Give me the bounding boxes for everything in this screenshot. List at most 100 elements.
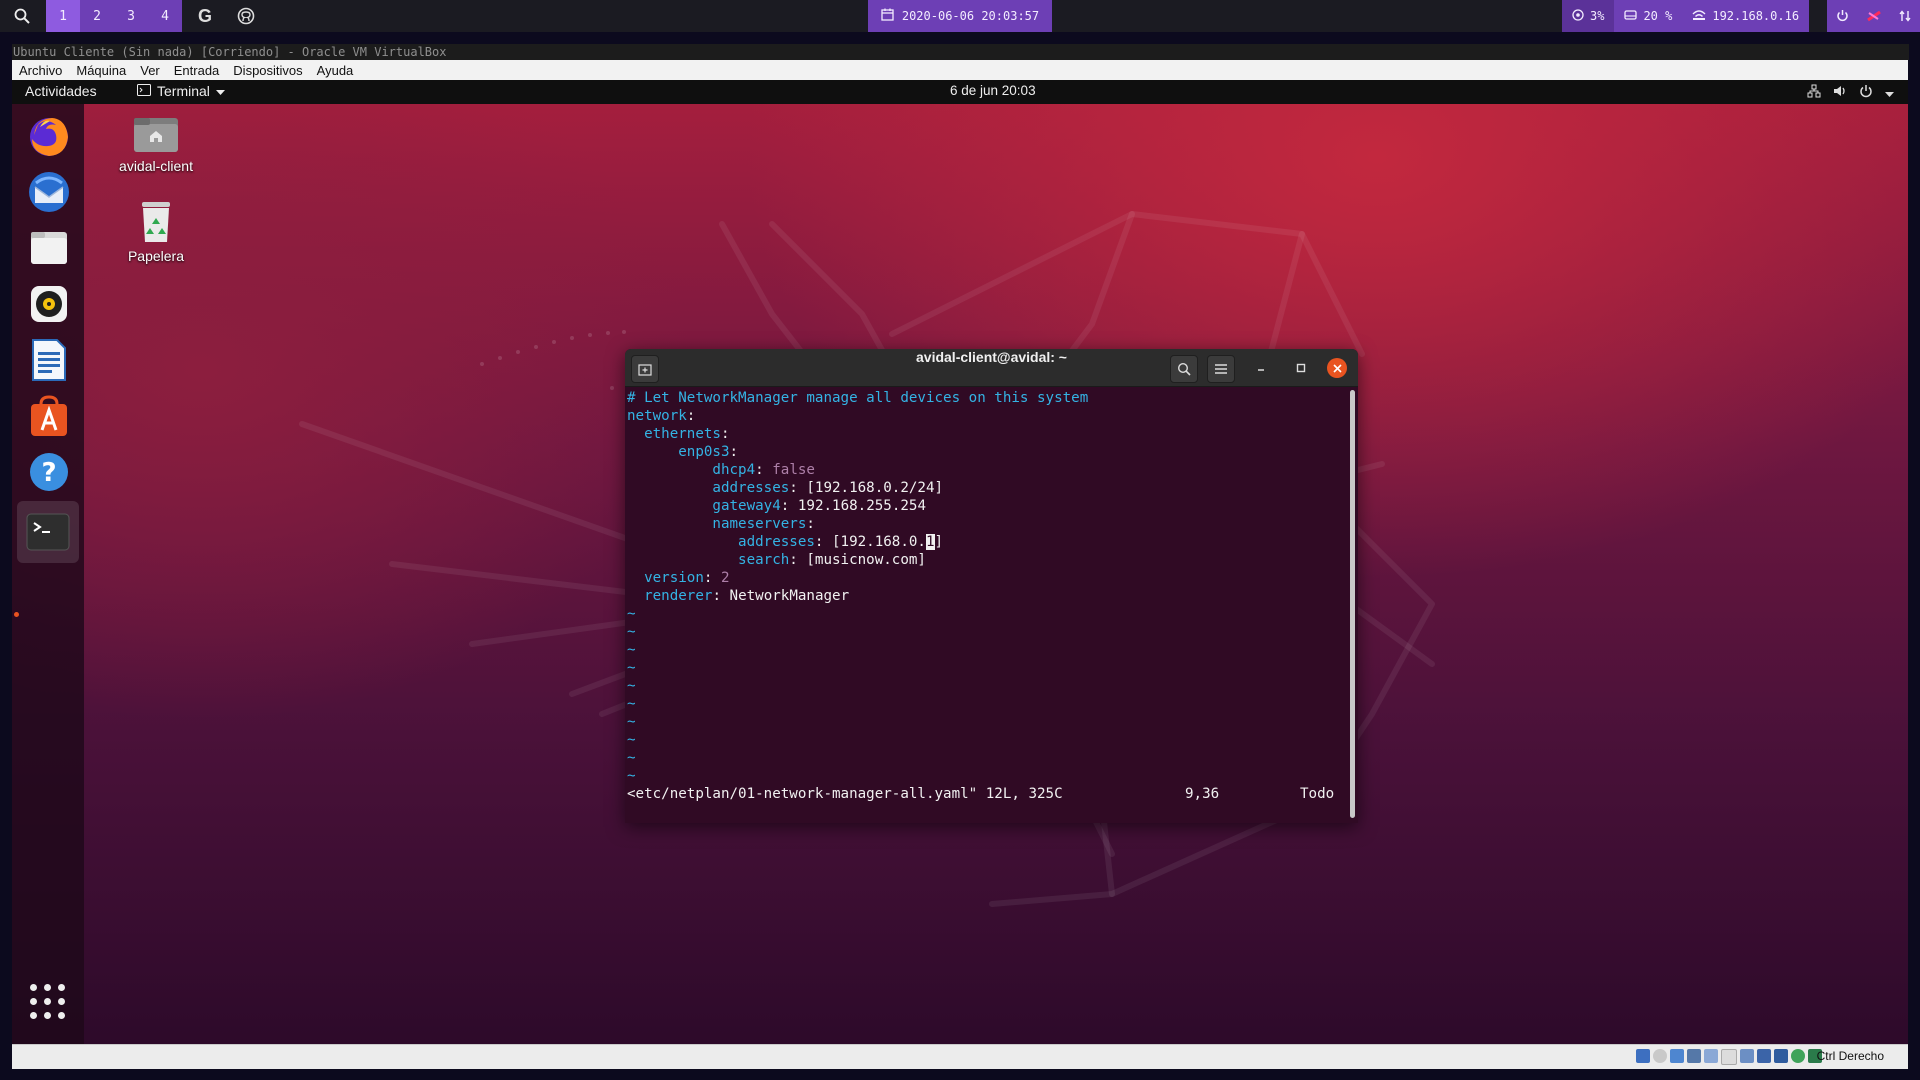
line-ns-addresses: addresses: [192.168.0.1] (738, 534, 944, 550)
desktop-icon-label: avidal-client (119, 158, 193, 174)
line-version: version: 2 (644, 570, 730, 586)
desktop-icon-label: Papelera (127, 248, 185, 264)
flag-icon[interactable] (1867, 7, 1881, 26)
empty-line-tilde: ~ (627, 660, 636, 676)
cpu-indicator[interactable]: 3% (1562, 0, 1615, 32)
minimize-icon[interactable] (1248, 355, 1274, 381)
thunderbird-icon[interactable] (25, 168, 73, 216)
vim-status-file: <etc/netplan/01-network-manager-all.yaml… (627, 786, 1063, 802)
host-top-bar: 1 2 3 4 G 2020-06-06 20:03:57 3% 20 % 19… (0, 0, 1920, 32)
chevron-down-icon (1885, 85, 1894, 101)
host-clock[interactable]: 2020-06-06 20:03:57 (868, 0, 1052, 32)
host-status-area: 3% 20 % 192.168.0.16 (1562, 0, 1810, 32)
chevron-down-icon (215, 83, 225, 99)
workspace-switcher: 1 2 3 4 (46, 0, 182, 32)
shared-folders-icon[interactable] (1721, 1049, 1737, 1065)
vbox-statusbar: Ctrl Derecho (12, 1044, 1908, 1069)
empty-line-tilde: ~ (627, 678, 636, 694)
search-icon[interactable] (1170, 355, 1198, 383)
empty-line-tilde: ~ (627, 642, 636, 658)
ubuntu-software-icon[interactable] (25, 392, 73, 440)
calendar-icon (881, 8, 894, 24)
terminal-icon[interactable] (17, 501, 79, 563)
vim-status-line: <etc/netplan/01-network-manager-all.yaml… (627, 785, 1343, 803)
files-icon[interactable] (25, 224, 73, 272)
close-icon[interactable] (1327, 358, 1347, 378)
vbox-device-icons (1636, 1049, 1822, 1065)
vbox-title-bar: Ubuntu Cliente (Sin nada) [Corriendo] - … (12, 44, 1909, 60)
libreoffice-writer-icon[interactable] (25, 336, 73, 384)
menu-archivo[interactable]: Archivo (12, 63, 69, 78)
audio-icon[interactable] (1670, 1049, 1684, 1063)
firefox-icon[interactable] (25, 112, 73, 160)
network-wired-icon (1807, 84, 1821, 101)
terminal-window[interactable]: avidal-client@avidal: ~ # Let NetworkMan… (625, 349, 1358, 823)
text-cursor: 1 (925, 534, 935, 550)
rhythmbox-icon[interactable] (25, 280, 73, 328)
usb-icon[interactable] (1704, 1049, 1718, 1063)
menu-entrada[interactable]: Entrada (167, 63, 227, 78)
video-capture-icon[interactable] (1757, 1049, 1771, 1063)
empty-line-tilde: ~ (627, 624, 636, 640)
menu-dispositivos[interactable]: Dispositivos (226, 63, 309, 78)
line-gateway4: gateway4: 192.168.255.254 (712, 498, 926, 514)
desktop-icon-home[interactable]: avidal-client (101, 114, 211, 174)
guest-screen: Actividades Terminal 6 de jun 20:03 ? av… (12, 80, 1908, 1044)
terminal-scrollbar[interactable] (1350, 390, 1355, 818)
workspace-1[interactable]: 1 (46, 0, 80, 32)
maximize-icon[interactable] (1288, 355, 1314, 381)
terminal-headerbar[interactable]: avidal-client@avidal: ~ (625, 349, 1358, 387)
gnome-clock[interactable]: 6 de jun 20:03 (950, 83, 1036, 98)
vim-status-scope: Todo (1300, 786, 1335, 802)
show-applications-icon[interactable] (30, 984, 66, 1020)
github-icon[interactable] (233, 3, 259, 29)
line-network: network: (627, 408, 696, 424)
menu-ayuda[interactable]: Ayuda (310, 63, 361, 78)
mouse-integration-icon[interactable] (1791, 1049, 1805, 1063)
disk-indicator[interactable]: 20 % (1614, 0, 1683, 32)
line-search: search: [musicnow.com] (738, 552, 926, 568)
network-adapter-icon[interactable] (1687, 1049, 1701, 1063)
host-key-label: Ctrl Derecho (1816, 1049, 1884, 1063)
system-tray[interactable] (1807, 84, 1894, 101)
transfer-icon[interactable] (1899, 7, 1911, 26)
desktop-icon-trash[interactable]: Papelera (101, 200, 211, 264)
ubuntu-dock: ? (12, 104, 84, 1044)
optical-drive-icon[interactable] (1653, 1049, 1667, 1063)
line-addresses: addresses: [192.168.0.2/24] (712, 480, 944, 496)
virtualbox-window: Ubuntu Cliente (Sin nada) [Corriendo] - … (12, 44, 1909, 1069)
display-icon[interactable] (1740, 1049, 1754, 1063)
power-icon (1859, 84, 1873, 101)
help-icon[interactable]: ? (25, 448, 73, 496)
network-indicator[interactable]: 192.168.0.16 (1682, 0, 1810, 32)
gnome-top-bar: Actividades Terminal 6 de jun 20:03 (12, 80, 1908, 104)
menu-ver[interactable]: Ver (133, 63, 167, 78)
menu-maquina[interactable]: Máquina (69, 63, 133, 78)
google-icon[interactable]: G (192, 3, 218, 29)
host-right-icons (1827, 0, 1920, 32)
line-dhcp4: dhcp4: false (712, 462, 815, 478)
line-comment: # Let NetworkManager manage all devices … (627, 390, 1089, 406)
workspace-4[interactable]: 4 (148, 0, 182, 32)
hard-disk-icon[interactable] (1636, 1049, 1650, 1063)
trash-icon (136, 200, 176, 244)
activities-button[interactable]: Actividades (25, 83, 97, 99)
workspace-2[interactable]: 2 (80, 0, 114, 32)
empty-line-tilde: ~ (627, 606, 636, 622)
app-menu-terminal[interactable]: Terminal (137, 83, 225, 99)
empty-line-tilde: ~ (627, 732, 636, 748)
svg-text:?: ? (41, 458, 56, 488)
workspace-3[interactable]: 3 (114, 0, 148, 32)
search-icon[interactable] (6, 2, 38, 30)
empty-line-tilde: ~ (627, 768, 636, 784)
empty-line-tilde: ~ (627, 696, 636, 712)
power-icon[interactable] (1836, 7, 1849, 26)
empty-line-tilde: ~ (627, 714, 636, 730)
line-renderer: renderer: NetworkManager (644, 588, 850, 604)
hamburger-menu-icon[interactable] (1207, 355, 1235, 383)
cpu-icon (1572, 8, 1584, 24)
line-ethernets: ethernets: (644, 426, 730, 442)
network-icon (1692, 9, 1706, 24)
terminal-content[interactable]: # Let NetworkManager manage all devices … (627, 389, 1343, 819)
vt-x-icon[interactable] (1774, 1049, 1788, 1063)
